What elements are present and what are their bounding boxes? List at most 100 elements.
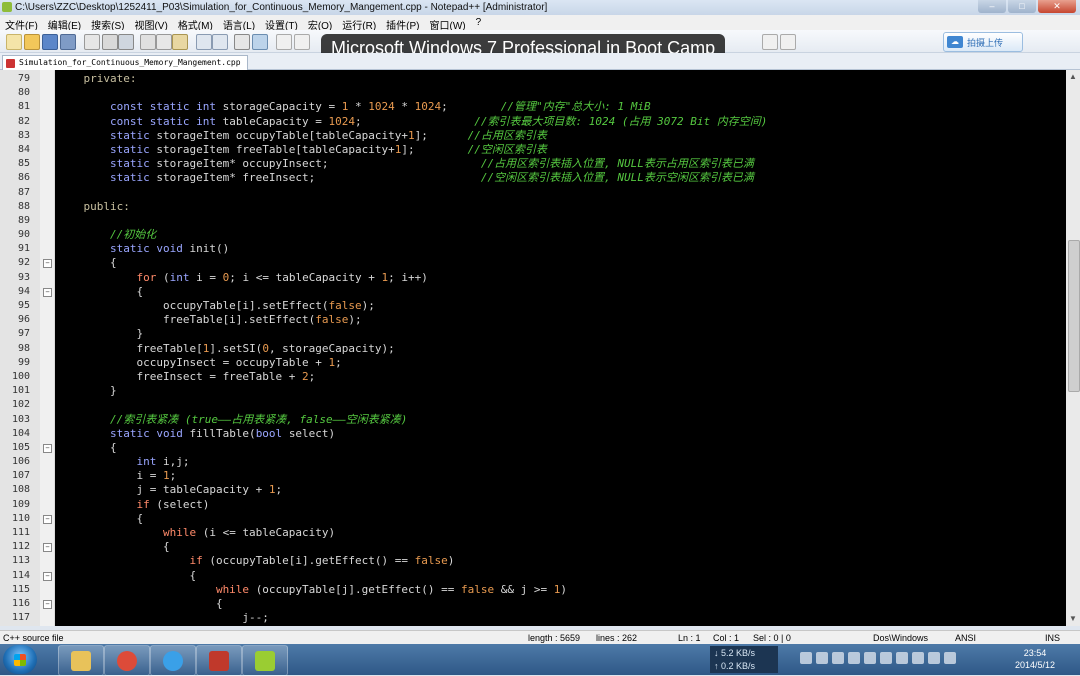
find-icon[interactable] xyxy=(234,34,250,50)
code-line[interactable]: 100 freeInsect = freeTable + 2; xyxy=(0,370,1066,384)
menu-settings[interactable]: 设置(T) xyxy=(260,15,303,32)
keyboard-icon[interactable] xyxy=(800,652,812,664)
sync-icon[interactable] xyxy=(880,652,892,664)
scroll-down-icon[interactable]: ▼ xyxy=(1068,614,1078,624)
code-line[interactable]: 85 static storageItem* occupyInsect; //占… xyxy=(0,157,1066,171)
print-icon[interactable] xyxy=(118,34,134,50)
code-line[interactable]: 88 public: xyxy=(0,200,1066,214)
code-line[interactable]: 95 occupyTable[i].setEffect(false); xyxy=(0,299,1066,313)
code-line[interactable]: 79 private: xyxy=(0,72,1066,86)
code-line[interactable]: 117 j--; xyxy=(0,611,1066,625)
close-all-icon[interactable] xyxy=(102,34,118,50)
qq-icon[interactable] xyxy=(848,652,860,664)
menu-plugins[interactable]: 插件(P) xyxy=(381,15,424,32)
code-line[interactable]: 89 xyxy=(0,214,1066,228)
replace-icon[interactable] xyxy=(252,34,268,50)
scrollbar-thumb[interactable] xyxy=(1068,240,1080,392)
cut-icon[interactable] xyxy=(140,34,156,50)
code-line[interactable]: 103 //索引表紧凑 (true——占用表紧凑, false——空闲表紧凑) xyxy=(0,413,1066,427)
run-macro-icon[interactable] xyxy=(780,34,796,50)
code-line[interactable]: 94 − { xyxy=(0,285,1066,299)
redo-icon[interactable] xyxy=(212,34,228,50)
zoom-out-icon[interactable] xyxy=(294,34,310,50)
code-line[interactable]: 84 static storageItem freeTable[tableCap… xyxy=(0,143,1066,157)
close-button[interactable]: ✕ xyxy=(1038,0,1076,13)
open-file-icon[interactable] xyxy=(24,34,40,50)
code-line[interactable]: 81 const static int storageCapacity = 1 … xyxy=(0,100,1066,114)
taskbar-ie[interactable] xyxy=(150,645,196,676)
code-line[interactable]: 112 − { xyxy=(0,540,1066,554)
record-macro-icon[interactable] xyxy=(762,34,778,50)
menu-help[interactable]: ? xyxy=(471,15,487,30)
code-line[interactable]: 102 xyxy=(0,398,1066,412)
code-line[interactable]: 98 freeTable[1].setSI(0, storageCapacity… xyxy=(0,342,1066,356)
code-line[interactable]: 92 − { xyxy=(0,256,1066,270)
tab-current-file[interactable]: Simulation_for_Continuous_Memory_Mangeme… xyxy=(2,55,248,70)
code-line[interactable]: 106 int i,j; xyxy=(0,455,1066,469)
security-icon[interactable] xyxy=(832,652,844,664)
power-icon[interactable] xyxy=(896,652,908,664)
code-line[interactable]: 111 while (i <= tableCapacity) xyxy=(0,526,1066,540)
code-line[interactable]: 116 − { xyxy=(0,597,1066,611)
scroll-up-icon[interactable]: ▲ xyxy=(1068,72,1078,82)
fold-toggle-icon[interactable]: − xyxy=(43,259,52,269)
fold-toggle-icon[interactable]: − xyxy=(43,443,52,453)
code-line[interactable]: 93 for (int i = 0; i <= tableCapacity + … xyxy=(0,271,1066,285)
code-line[interactable]: 107 i = 1; xyxy=(0,469,1066,483)
taskbar-chrome[interactable] xyxy=(104,645,150,676)
taskbar-explorer[interactable] xyxy=(58,645,104,676)
menu-file[interactable]: 文件(F) xyxy=(0,15,43,32)
code-line[interactable]: 114 − { xyxy=(0,569,1066,583)
code-line[interactable]: 87 xyxy=(0,186,1066,200)
fold-toggle-icon[interactable]: − xyxy=(43,287,52,297)
volume-icon[interactable] xyxy=(944,652,956,664)
menu-format[interactable]: 格式(M) xyxy=(173,15,218,32)
menu-search[interactable]: 搜索(S) xyxy=(86,15,129,32)
signal-icon[interactable] xyxy=(928,652,940,664)
zoom-in-icon[interactable] xyxy=(276,34,292,50)
fold-toggle-icon[interactable]: − xyxy=(43,599,52,609)
code-line[interactable]: 109 if (select) xyxy=(0,498,1066,512)
code-line[interactable]: 108 j = tableCapacity + 1; xyxy=(0,483,1066,497)
code-line[interactable]: 96 freeTable[i].setEffect(false); xyxy=(0,313,1066,327)
code-line[interactable]: 82 const static int tableCapacity = 1024… xyxy=(0,115,1066,129)
code-line[interactable]: 113 if (occupyTable[i].getEffect() == fa… xyxy=(0,554,1066,568)
network-icon[interactable] xyxy=(864,652,876,664)
share-upload-button[interactable]: ☁ 拍摄上传 xyxy=(943,32,1023,52)
undo-icon[interactable] xyxy=(196,34,212,50)
save-icon[interactable] xyxy=(42,34,58,50)
vertical-scrollbar[interactable]: ▲ ▼ xyxy=(1066,70,1080,626)
taskbar-notepadpp[interactable] xyxy=(242,645,288,676)
save-all-icon[interactable] xyxy=(60,34,76,50)
code-line[interactable]: 105 − { xyxy=(0,441,1066,455)
help-icon[interactable] xyxy=(816,652,828,664)
menu-language[interactable]: 语言(L) xyxy=(218,15,260,32)
code-line[interactable]: 97 } xyxy=(0,327,1066,341)
code-line[interactable]: 101 } xyxy=(0,384,1066,398)
code-line[interactable]: 104 static void fillTable(bool select) xyxy=(0,427,1066,441)
taskbar-cpp-ide[interactable] xyxy=(196,645,242,676)
maximize-button[interactable]: □ xyxy=(1008,0,1036,13)
close-file-icon[interactable] xyxy=(84,34,100,50)
copy-icon[interactable] xyxy=(156,34,172,50)
new-file-icon[interactable] xyxy=(6,34,22,50)
paste-icon[interactable] xyxy=(172,34,188,50)
fold-toggle-icon[interactable]: − xyxy=(43,514,52,524)
code-line[interactable]: 115 while (occupyTable[j].getEffect() ==… xyxy=(0,583,1066,597)
code-line[interactable]: 86 static storageItem* freeInsect; //空闲区… xyxy=(0,171,1066,185)
code-line[interactable]: 80 xyxy=(0,86,1066,100)
menu-run[interactable]: 运行(R) xyxy=(337,15,381,32)
minimize-button[interactable]: – xyxy=(978,0,1006,13)
code-line[interactable]: 91 static void init() xyxy=(0,242,1066,256)
code-line[interactable]: 90 //初始化 xyxy=(0,228,1066,242)
menu-macro[interactable]: 宏(O) xyxy=(303,15,337,32)
code-line[interactable]: 99 occupyInsect = occupyTable + 1; xyxy=(0,356,1066,370)
code-line[interactable]: 110 − { xyxy=(0,512,1066,526)
code-editor[interactable]: 79 private: 80 81 const static int storage… xyxy=(0,70,1066,626)
menu-view[interactable]: 视图(V) xyxy=(129,15,172,32)
fold-toggle-icon[interactable]: − xyxy=(43,543,52,553)
code-line[interactable]: 83 static storageItem occupyTable[tableC… xyxy=(0,129,1066,143)
flag-icon[interactable] xyxy=(912,652,924,664)
fold-toggle-icon[interactable]: − xyxy=(43,571,52,581)
start-button[interactable] xyxy=(3,645,37,674)
